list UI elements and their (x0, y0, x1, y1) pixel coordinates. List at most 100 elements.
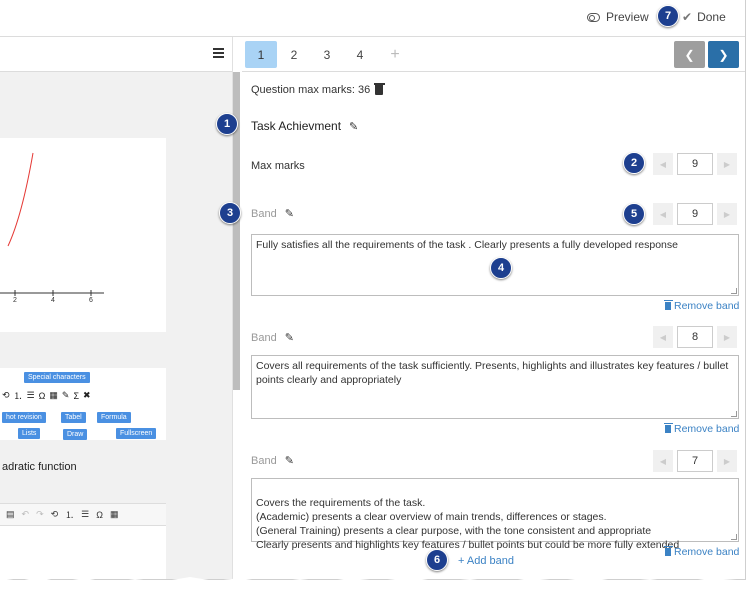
band-marks-value[interactable]: 8 (677, 326, 713, 348)
callout-fullscreen: Fullscreen (116, 428, 157, 439)
remove-band-button[interactable]: Remove band (663, 546, 740, 558)
callout-tabel: Tabel (61, 412, 86, 423)
band-label-text: Band (251, 454, 277, 467)
annotation-badge-5: 5 (623, 203, 645, 225)
band-marks-value[interactable]: 9 (677, 203, 713, 225)
callout-special-characters: Special characters (24, 372, 90, 383)
page-2[interactable]: 2 (278, 41, 310, 68)
page-3[interactable]: 3 (311, 41, 343, 68)
decrement-button[interactable]: ◀ (653, 153, 673, 175)
check-icon: ✔ (682, 10, 693, 24)
fullscreen-icon: ✖ (83, 390, 91, 400)
hamburger-menu-icon[interactable] (213, 48, 224, 58)
graph-tick-label: 2 (13, 297, 17, 304)
pen-icon: ✎ (61, 390, 70, 400)
pencil-icon[interactable]: ✎ (349, 120, 358, 133)
trash-icon (663, 300, 673, 310)
band-label: Band ✎ (251, 454, 294, 468)
resize-handle[interactable] (731, 288, 737, 294)
quadratic-function-text: adratic function (2, 461, 77, 473)
max-marks-stepper[interactable]: ◀ 9 ▶ (653, 153, 737, 175)
table-icon[interactable]: ▦ (110, 509, 119, 520)
toggle-icon (587, 12, 600, 22)
band-marks-stepper[interactable]: ◀ 9 ▶ (653, 203, 737, 225)
band-marks-stepper[interactable]: ◀ 8 ▶ (653, 326, 737, 348)
graph-curve (7, 152, 34, 247)
band-description-text: Covers the requirements of the task. (Ac… (256, 497, 680, 551)
redo-icon[interactable]: ↷ (36, 509, 44, 520)
remove-band-button[interactable]: Remove band (663, 423, 739, 435)
callout-draw: Draw (63, 429, 88, 440)
toolbar-help-image: Special characters ⟲ ⒈ ☰ Ω ▦ ✎ Σ ✖ hot r… (0, 368, 166, 440)
omega-icon[interactable]: Ω (96, 510, 103, 520)
pencil-icon[interactable]: ✎ (285, 207, 294, 220)
question-max-marks-label: Question max marks: 36 (251, 84, 371, 96)
resize-handle[interactable] (731, 534, 737, 540)
table-icon: ▦ (49, 390, 58, 400)
add-band-button[interactable]: + Add band (458, 555, 514, 567)
left-panel: 2 4 6 Special characters ⟲ ⒈ ☰ Ω ▦ ✎ Σ ✖… (0, 37, 233, 579)
band-label: Band ✎ (251, 207, 294, 221)
torn-edge (0, 577, 750, 589)
annotation-badge-2: 2 (623, 152, 645, 174)
band-description-input[interactable]: Covers the requirements of the task. (Ac… (251, 478, 739, 551)
page-4[interactable]: 4 (344, 41, 376, 68)
remove-band-button[interactable]: Remove band (663, 300, 740, 312)
numbered-list-icon[interactable]: ⒈ (65, 508, 74, 521)
next-page-button[interactable]: ❯ (708, 41, 739, 68)
decrement-button[interactable]: ◀ (653, 450, 673, 472)
chevron-right-icon: ❯ (718, 47, 729, 62)
done-button[interactable]: ✔ Done (682, 10, 726, 24)
graph-svg: 2 4 6 (0, 152, 104, 304)
resize-handle[interactable] (731, 411, 737, 417)
preview-toggle[interactable]: Preview (587, 10, 649, 24)
right-panel: 1 2 3 4 + ❮ ❯ Question max marks: 36 Tas… (242, 37, 745, 579)
question-pager: 1 2 3 4 + ❮ ❯ (242, 37, 745, 72)
bullet-list-icon[interactable]: ☰ (81, 509, 89, 520)
band-description-text: Covers all requirements of the task suff… (256, 360, 729, 386)
omega-icon: Ω (38, 390, 46, 401)
remove-band-label: Remove band (674, 300, 740, 312)
undo-icon[interactable]: ↶ (22, 509, 30, 520)
max-marks-value[interactable]: 9 (677, 153, 713, 175)
preview-label: Preview (606, 10, 649, 24)
bullet-list-icon: ☰ (26, 390, 35, 400)
increment-button[interactable]: ▶ (717, 326, 737, 348)
callout-formula: Formula (97, 412, 131, 423)
annotation-badge-7: 7 (657, 5, 679, 27)
remove-band-label: Remove band (674, 546, 740, 558)
callout-revision: hot revision (2, 412, 46, 423)
annotation-badge-6: 6 (426, 549, 448, 571)
graph-tick-label: 4 (51, 297, 55, 304)
prev-page-button[interactable]: ❮ (674, 41, 705, 68)
chevron-left-icon: ❮ (684, 47, 695, 62)
decrement-button[interactable]: ◀ (653, 203, 673, 225)
band-description-input[interactable]: Covers all requirements of the task suff… (251, 355, 739, 419)
left-panel-header (0, 37, 232, 72)
decrement-button[interactable]: ◀ (653, 326, 673, 348)
undo-icon: ⟲ (2, 390, 10, 400)
trash-icon[interactable] (373, 83, 385, 95)
page-1[interactable]: 1 (245, 41, 277, 68)
increment-button[interactable]: ▶ (717, 450, 737, 472)
pencil-icon[interactable]: ✎ (285, 454, 294, 467)
add-page-button[interactable]: + (379, 41, 411, 68)
annotation-badge-3: 3 (219, 202, 241, 224)
band-label-text: Band (251, 331, 277, 344)
trash-icon (663, 546, 673, 556)
rich-text-editor[interactable]: ▤ ↶ ↷ ⟲ ⒈ ☰ Ω ▦ (0, 503, 166, 579)
graph-preview: 2 4 6 (0, 138, 166, 332)
revision-icon[interactable]: ⟲ (51, 509, 59, 520)
task-title-label: Task Achievment (251, 119, 342, 133)
paste-icon[interactable]: ▤ (6, 509, 15, 520)
max-marks-label: Max marks (251, 160, 305, 172)
pencil-icon[interactable]: ✎ (285, 331, 294, 344)
increment-button[interactable]: ▶ (717, 203, 737, 225)
band-marks-value[interactable]: 7 (677, 450, 713, 472)
toolbar-icons: ⟲ ⒈ ☰ Ω ▦ ✎ Σ ✖ (2, 389, 91, 402)
top-bar: Preview ✔ Done (0, 0, 745, 37)
increment-button[interactable]: ▶ (717, 153, 737, 175)
band-marks-stepper[interactable]: ◀ 7 ▶ (653, 450, 737, 472)
band-label: Band ✎ (251, 331, 294, 345)
sigma-icon: Σ (73, 390, 80, 401)
